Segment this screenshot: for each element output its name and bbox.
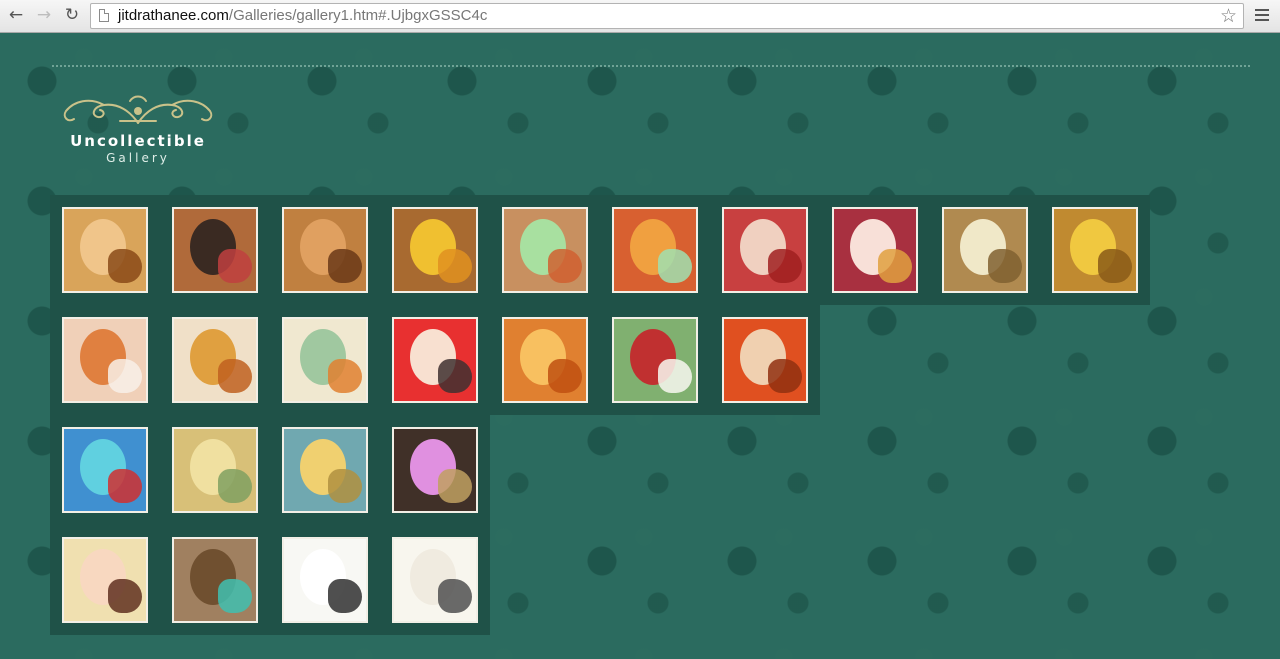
thumb-art-accent <box>438 249 472 283</box>
thumb-art-accent <box>438 359 472 393</box>
thumb-yellow-face[interactable] <box>172 427 258 513</box>
logo-subtitle: Gallery <box>106 151 170 165</box>
thumb-art-accent <box>768 359 802 393</box>
thumb-art-accent <box>658 249 692 283</box>
thumb-art-accent <box>218 469 252 503</box>
thumb-orange-demon[interactable] <box>722 317 808 403</box>
arrow-right-icon[interactable]: → <box>34 5 54 25</box>
thumb-two-faces[interactable] <box>62 317 148 403</box>
browser-toolbar: ← → ↻ jitdrathanee.com/Galleries/gallery… <box>0 0 1280 33</box>
thumb-reclining-figure[interactable] <box>62 537 148 623</box>
hamburger-icon[interactable] <box>1255 9 1269 23</box>
thumb-smiling-face[interactable] <box>282 427 368 513</box>
thumb-dragon-eye[interactable] <box>172 537 258 623</box>
thumb-dancer-crown[interactable] <box>172 317 258 403</box>
page-icon <box>99 9 109 22</box>
thumb-sketch-profile[interactable] <box>392 537 478 623</box>
thumb-art-accent <box>108 359 142 393</box>
thumb-dark-creature-face[interactable] <box>172 207 258 293</box>
address-bar[interactable]: jitdrathanee.com/Galleries/gallery1.htm#… <box>90 3 1244 29</box>
thumb-art-accent <box>988 249 1022 283</box>
thumb-flame-ornament[interactable] <box>282 207 368 293</box>
thumb-green-demon[interactable] <box>612 317 698 403</box>
thumb-art-accent <box>658 359 692 393</box>
logo-title: Uncollectible <box>70 132 206 150</box>
thumb-deer[interactable] <box>502 317 588 403</box>
url-host: jitdrathanee.com <box>118 7 229 24</box>
thumb-flame-pattern-orange[interactable] <box>612 207 698 293</box>
dotted-divider <box>52 65 1250 67</box>
thumb-yellow-leaf[interactable] <box>392 207 478 293</box>
thumb-green-face[interactable] <box>502 207 588 293</box>
thumb-art-accent <box>108 579 142 613</box>
thumb-art-accent <box>218 579 252 613</box>
ornament-icon <box>63 95 213 124</box>
reload-icon[interactable]: ↻ <box>62 5 82 25</box>
thumb-purple-elephant[interactable] <box>392 427 478 513</box>
page-content: Uncollectible Gallery <box>0 33 1280 659</box>
thumb-art-accent <box>328 249 362 283</box>
thumb-art-accent <box>218 249 252 283</box>
thumb-art-accent <box>548 249 582 283</box>
thumb-golden-face[interactable] <box>62 207 148 293</box>
thumb-art-accent <box>328 359 362 393</box>
thumb-green-deity[interactable] <box>282 317 368 403</box>
thumb-art-accent <box>108 249 142 283</box>
thumb-couple[interactable] <box>392 317 478 403</box>
thumb-red-naga[interactable] <box>722 207 808 293</box>
thumb-pale-face-crown[interactable] <box>942 207 1028 293</box>
thumb-art-accent <box>438 469 472 503</box>
thumb-blue-robe[interactable] <box>62 427 148 513</box>
thumb-art-accent <box>878 249 912 283</box>
thumb-princess-profile[interactable] <box>832 207 918 293</box>
thumb-art-accent <box>768 249 802 283</box>
arrow-left-icon[interactable]: ← <box>6 5 26 25</box>
star-icon[interactable]: ☆ <box>1220 5 1237 27</box>
thumb-art-accent <box>218 359 252 393</box>
thumb-art-accent <box>108 469 142 503</box>
url-text[interactable]: jitdrathanee.com/Galleries/gallery1.htm#… <box>118 7 487 25</box>
thumb-art-accent <box>548 359 582 393</box>
url-path: /Galleries/gallery1.htm#.UjbgxGSSC4c <box>228 7 488 24</box>
thumb-sketch-face[interactable] <box>282 537 368 623</box>
thumb-art-accent <box>328 469 362 503</box>
thumb-art-accent <box>438 579 472 613</box>
thumb-art-accent <box>328 579 362 613</box>
thumb-golden-swirl[interactable] <box>1052 207 1138 293</box>
thumb-art-accent <box>1098 249 1132 283</box>
site-logo[interactable]: Uncollectible Gallery <box>58 93 218 173</box>
